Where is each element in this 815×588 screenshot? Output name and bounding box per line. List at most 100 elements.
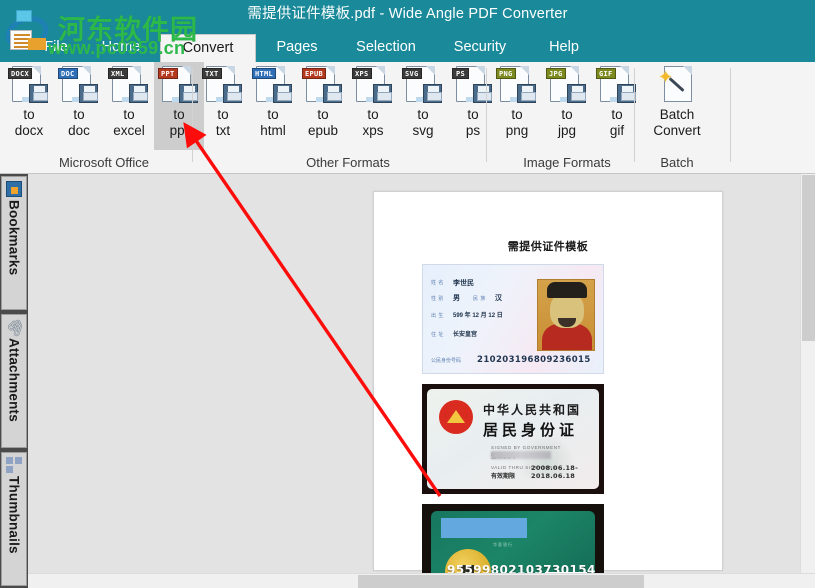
format-badge: EPUB xyxy=(302,68,327,79)
ribbon-group-image-formats: PNG to png JPG to jpg GIF to gif Image Formats xyxy=(492,62,642,174)
button-caption: to excel xyxy=(113,107,145,138)
sidebar-item-label: Bookmarks xyxy=(6,200,22,276)
convert-button-to-doc[interactable]: DOC to doc xyxy=(54,62,104,150)
button-caption: to ppt xyxy=(169,107,189,138)
ribbon-group-label: Batch xyxy=(660,155,694,170)
save-as-file-icon: EPUB xyxy=(302,65,344,105)
tab-pages[interactable]: Pages xyxy=(262,34,332,62)
sidebar-item-attachments[interactable]: 🖇 Attachments xyxy=(1,314,28,448)
horizontal-scrollbar[interactable] xyxy=(28,573,815,588)
tab-selection[interactable]: Selection xyxy=(340,34,432,62)
pdf-page-title: 需提供证件模板 xyxy=(507,240,589,253)
format-badge: XPS xyxy=(352,68,372,79)
ribbon-group-separator xyxy=(730,68,731,162)
national-emblem-icon xyxy=(439,400,473,434)
portrait-hat xyxy=(547,282,587,298)
sidebar-item-label: Thumbnails xyxy=(6,476,22,554)
document-view[interactable]: 需提供证件模板 姓 名 李世民 性 别 男 民 族 汉 出 生 599 年 12… xyxy=(28,174,815,588)
id-number-value: 210203196809236015 xyxy=(477,355,591,365)
floppy-disk-icon xyxy=(373,84,392,103)
horizontal-scrollbar-thumb[interactable] xyxy=(358,575,644,588)
tab-security[interactable]: Security xyxy=(440,34,520,62)
save-as-file-icon: SVG xyxy=(402,65,444,105)
id-birth-label: 出 生 xyxy=(431,313,444,319)
id-address-value: 长安皇宫 xyxy=(453,332,478,338)
convert-button-to-ps[interactable]: PS to ps xyxy=(448,62,498,150)
page-fold xyxy=(683,66,692,75)
button-caption: to jpg xyxy=(557,107,576,138)
page-fold xyxy=(182,66,191,75)
star-shape: ✦ xyxy=(658,67,674,87)
ribbon-group-microsoft-office: DOCX to docx DOC to doc XML to excel PPT to ppt… xyxy=(4,62,204,174)
floppy-disk-icon xyxy=(273,84,292,103)
bank-card-microtext: 华夏银行 xyxy=(493,542,513,547)
bookmark-icon xyxy=(6,181,22,197)
ribbon-group-separator xyxy=(192,68,193,162)
button-caption: to html xyxy=(260,107,286,138)
ribbon-group-separator xyxy=(634,68,635,162)
watermark-url: www.pc0359.cn xyxy=(48,38,186,58)
id-portrait-photo xyxy=(537,279,595,351)
vertical-scrollbar[interactable] xyxy=(800,174,815,573)
save-as-file-icon: GIF xyxy=(596,65,638,105)
page-fold xyxy=(276,66,285,75)
floppy-disk-icon xyxy=(179,84,198,103)
save-as-file-icon: DOC xyxy=(58,65,100,105)
id-number-label: 公民身份号码 xyxy=(431,358,462,364)
convert-button-to-ppt[interactable]: PPT to ppt xyxy=(154,62,204,150)
format-badge: DOC xyxy=(58,68,78,79)
floppy-disk-icon xyxy=(79,84,98,103)
convert-button-to-svg[interactable]: SVG to svg xyxy=(398,62,448,150)
convert-button-batch-convert[interactable]: ✦ Batch Convert xyxy=(640,62,714,150)
page-fold xyxy=(476,66,485,75)
convert-button-to-png[interactable]: PNG to png xyxy=(492,62,542,150)
save-as-file-icon: JPG xyxy=(546,65,588,105)
tab-help[interactable]: Help xyxy=(538,34,590,62)
convert-button-to-docx[interactable]: DOCX to docx xyxy=(4,62,54,150)
button-caption: to epub xyxy=(307,107,339,138)
format-badge: PPT xyxy=(158,68,178,79)
id-ethnicity-label: 民 族 xyxy=(473,296,486,302)
sidebar-item-bookmarks[interactable]: Bookmarks xyxy=(1,176,27,310)
button-caption: to gif xyxy=(609,107,625,138)
id-ethnicity-value: 汉 xyxy=(495,295,502,302)
button-caption: to xps xyxy=(362,107,384,138)
vertical-scrollbar-thumb[interactable] xyxy=(802,175,815,341)
page-fold xyxy=(226,66,235,75)
format-badge: SVG xyxy=(402,68,422,79)
ribbon-group-other-formats: TXT to txt HTML to html EPUB to epub XPS to xps… xyxy=(198,62,498,174)
save-as-file-icon: DOCX xyxy=(8,65,50,105)
floppy-disk-icon xyxy=(223,84,242,103)
id-address-label: 住 址 xyxy=(431,332,444,338)
sidebar-item-thumbnails[interactable]: Thumbnails xyxy=(1,452,27,586)
ribbon-group-batch: ✦ Batch Convert Batch xyxy=(640,62,714,174)
convert-button-to-jpg[interactable]: JPG to jpg xyxy=(542,62,592,150)
id-gender-label: 性 别 xyxy=(431,296,444,302)
pdf-page: 需提供证件模板 姓 名 李世民 性 别 男 民 族 汉 出 生 599 年 12… xyxy=(373,191,723,588)
id-country-text: 中华人民共和国 xyxy=(483,403,582,417)
format-badge: XML xyxy=(108,68,128,79)
page-fold xyxy=(376,66,385,75)
button-caption: to docx xyxy=(14,107,44,138)
ribbon-group-label: Other Formats xyxy=(306,155,390,170)
convert-button-to-txt[interactable]: TXT to txt xyxy=(198,62,248,150)
ribbon-group-label: Microsoft Office xyxy=(58,155,150,170)
convert-button-to-excel[interactable]: XML to excel xyxy=(104,62,154,150)
application-window: 需提供证件模板.pdf - Wide Angle PDF Converter F… xyxy=(0,0,815,588)
bank-card-blue-strip xyxy=(441,518,527,538)
convert-button-to-html[interactable]: HTML to html xyxy=(248,62,298,150)
page-fold xyxy=(326,66,335,75)
page-fold xyxy=(570,66,579,75)
format-badge: PS xyxy=(452,68,469,79)
convert-button-to-xps[interactable]: XPS to xps xyxy=(348,62,398,150)
floppy-disk-icon xyxy=(423,84,442,103)
floppy-disk-icon xyxy=(567,84,586,103)
button-caption: to doc xyxy=(68,107,90,138)
convert-button-to-epub[interactable]: EPUB to epub xyxy=(298,62,348,150)
logo-bar-icon xyxy=(28,38,46,50)
side-panel: Bookmarks 🖇 Attachments Thumbnails xyxy=(0,174,28,588)
page-fold xyxy=(426,66,435,75)
page-fold xyxy=(132,66,141,75)
page-fold xyxy=(620,66,629,75)
save-as-file-icon: PPT xyxy=(158,65,200,105)
